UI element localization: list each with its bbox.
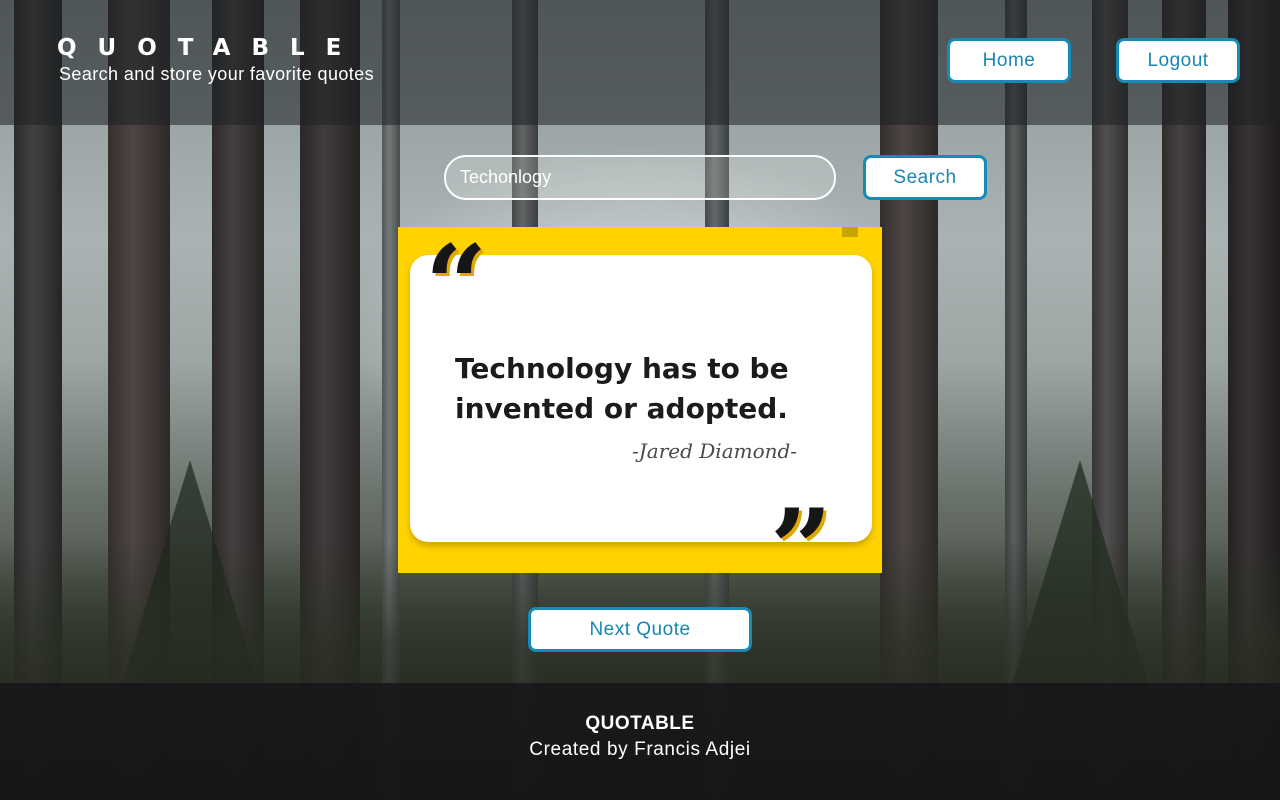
quote-text: Technology has to be invented or adopted…: [455, 352, 789, 425]
app-title: QUOTABLE: [57, 35, 363, 61]
open-quote-icon: “: [425, 222, 488, 348]
quote-author: -Jared Diamond-: [632, 439, 798, 463]
close-quote-icon: ”: [770, 486, 833, 612]
home-button[interactable]: Home: [947, 38, 1071, 83]
logout-button[interactable]: Logout: [1116, 38, 1240, 83]
header-bar: QUOTABLE Search and store your favorite …: [0, 0, 1280, 125]
quote-card: Technology has to be invented or adopted…: [398, 222, 882, 603]
corner-mark: [842, 227, 858, 237]
search-input[interactable]: [444, 155, 836, 200]
brand: QUOTABLE Search and store your favorite …: [57, 34, 374, 85]
footer-credit: Created by Francis Adjei: [529, 739, 751, 760]
footer-title: QUOTABLE: [585, 713, 695, 734]
search-button[interactable]: Search: [863, 155, 987, 200]
next-quote-button[interactable]: Next Quote: [528, 607, 752, 652]
app-subtitle: Search and store your favorite quotes: [59, 64, 374, 84]
footer: QUOTABLE Created by Francis Adjei: [0, 683, 1280, 800]
